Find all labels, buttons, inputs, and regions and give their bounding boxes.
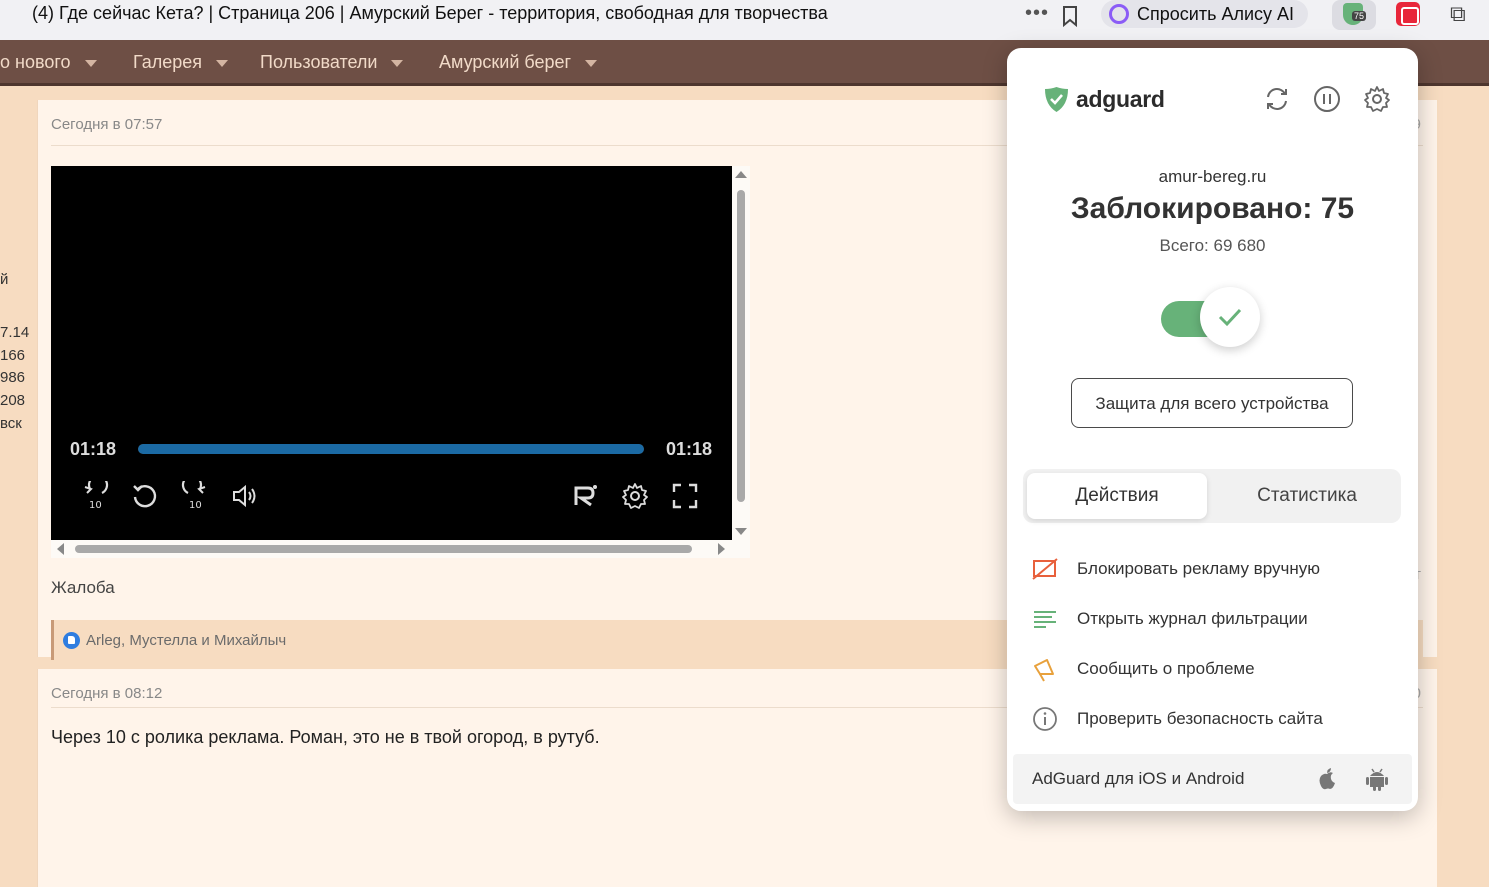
horizontal-scrollbar[interactable] <box>51 540 750 558</box>
replay-icon[interactable] <box>130 481 160 511</box>
rewind-10-icon[interactable]: 10 <box>80 481 110 511</box>
action-label: Открыть журнал фильтрации <box>1077 609 1308 628</box>
bookmark-icon[interactable] <box>1061 5 1079 27</box>
sidebar-text: 208 <box>0 392 26 409</box>
like-icon <box>63 632 80 649</box>
post-time[interactable]: Сегодня в 07:57 <box>51 116 162 133</box>
adguard-extension-button[interactable]: 75 <box>1332 0 1376 30</box>
report-problem-icon <box>1034 659 1054 682</box>
popup-tabs: Действия Статистика <box>1023 469 1401 523</box>
adguard-logo-text: adguard <box>1076 86 1165 112</box>
user-sidebar: й 7.14 166 986 208 вск <box>0 86 37 887</box>
action-label: Проверить безопасность сайта <box>1077 709 1323 728</box>
reactions-list[interactable]: Arleg, Мустелла и Михайлыч <box>86 632 286 649</box>
red-extension-icon[interactable] <box>1396 2 1420 26</box>
video-progress-fill <box>138 444 644 454</box>
scroll-up-arrow-icon[interactable] <box>735 171 747 178</box>
sidebar-text: 7.14 <box>0 324 30 341</box>
pause-icon[interactable] <box>1312 84 1342 114</box>
refresh-icon[interactable] <box>1262 84 1292 114</box>
extensions-puzzle-icon[interactable]: ⧉ <box>1450 1 1466 27</box>
settings-gear-icon[interactable] <box>1362 84 1392 114</box>
nav-item-gallery[interactable]: Галерея <box>133 52 229 73</box>
svg-text:10: 10 <box>89 500 102 511</box>
alice-icon <box>1109 4 1129 24</box>
action-report-problem[interactable]: Сообщить о проблеме <box>1031 654 1391 684</box>
ask-alice-button[interactable]: Спросить Алису AI <box>1101 0 1309 28</box>
fullscreen-icon[interactable] <box>670 481 700 511</box>
apple-icon[interactable] <box>1314 766 1340 792</box>
nav-item-label: о нового <box>0 52 71 72</box>
nav-item-label: Амурский берег <box>439 52 572 72</box>
more-dots-icon[interactable]: ••• <box>1025 2 1049 25</box>
volume-icon[interactable] <box>230 481 260 511</box>
post-time[interactable]: Сегодня в 08:12 <box>51 685 162 702</box>
chevron-down-icon[interactable] <box>585 59 598 67</box>
nav-item-label: Пользователи <box>260 52 378 72</box>
tab-actions[interactable]: Действия <box>1027 473 1207 519</box>
chevron-down-icon[interactable] <box>216 59 229 67</box>
android-icon[interactable] <box>1364 766 1390 792</box>
action-label: Сообщить о проблеме <box>1077 659 1255 678</box>
scrollbar-thumb[interactable] <box>737 190 745 502</box>
vertical-scrollbar[interactable] <box>732 166 750 540</box>
video-time-current: 01:18 <box>70 439 117 459</box>
rutube-logo-icon[interactable] <box>570 481 600 511</box>
adguard-popup: adguard amur-bereg.ru Заблокировано: 75 … <box>1007 48 1418 811</box>
sidebar-text: й <box>0 271 9 288</box>
filter-log-icon <box>1034 611 1056 628</box>
nav-item-users[interactable]: Пользователи <box>260 52 404 73</box>
browser-toolbar: (4) Где сейчас Кета? | Страница 206 | Ам… <box>0 0 1489 40</box>
total-blocked: Всего: 69 680 <box>1159 236 1266 255</box>
sidebar-text: вск <box>0 415 22 432</box>
mobile-apps-label: AdGuard для iOS и Android <box>1032 769 1245 788</box>
action-check-site-security[interactable]: Проверить безопасность сайта <box>1031 704 1391 734</box>
complaint-link[interactable]: Жалоба <box>51 578 115 598</box>
adguard-logo: adguard <box>1044 86 1165 113</box>
chevron-down-icon[interactable] <box>391 59 404 67</box>
ask-alice-label: Спросить Алису AI <box>1137 3 1295 24</box>
video-time-total: 01:18 <box>665 439 712 459</box>
device-protection-button[interactable]: Защита для всего устройства <box>1071 378 1353 428</box>
scrollbar-thumb[interactable] <box>75 545 692 553</box>
action-open-filter-log[interactable]: Открыть журнал фильтрации <box>1031 604 1391 634</box>
video-progress-bar[interactable] <box>138 444 644 454</box>
scroll-right-arrow-icon[interactable] <box>718 543 725 555</box>
info-icon <box>1033 707 1057 731</box>
protection-toggle-knob[interactable] <box>1200 287 1260 347</box>
adguard-badge: 75 <box>1352 11 1367 21</box>
settings-gear-icon[interactable] <box>620 481 650 511</box>
sidebar-text: 986 <box>0 369 26 386</box>
blocked-count: Заблокировано: 75 <box>1070 192 1355 225</box>
mobile-apps-footer[interactable]: AdGuard для iOS и Android <box>1013 754 1412 804</box>
scroll-down-arrow-icon[interactable] <box>735 528 747 535</box>
video-player[interactable]: 01:18 01:18 10 10 <box>51 166 732 540</box>
action-label: Блокировать рекламу вручную <box>1077 559 1320 578</box>
scroll-left-arrow-icon[interactable] <box>57 543 64 555</box>
chevron-down-icon[interactable] <box>84 59 97 67</box>
check-icon <box>1218 308 1242 327</box>
adguard-shield-icon <box>1045 87 1068 112</box>
svg-text:10: 10 <box>189 500 202 511</box>
nav-item-amur-bereg[interactable]: Амурский берег <box>439 52 598 73</box>
block-ad-icon <box>1032 558 1058 580</box>
tab-title[interactable]: (4) Где сейчас Кета? | Страница 206 | Ам… <box>32 3 828 24</box>
action-block-ads-manually[interactable]: Блокировать рекламу вручную <box>1031 554 1391 584</box>
nav-item-whats-new[interactable]: о нового <box>0 52 97 73</box>
tab-statistics[interactable]: Статистика <box>1217 473 1397 519</box>
sidebar-text: 166 <box>0 347 26 364</box>
forward-10-icon[interactable]: 10 <box>180 481 210 511</box>
nav-item-label: Галерея <box>133 52 203 72</box>
site-domain: amur-bereg.ru <box>1158 167 1267 186</box>
post-message: Через 10 с ролика реклама. Роман, это не… <box>51 727 600 747</box>
